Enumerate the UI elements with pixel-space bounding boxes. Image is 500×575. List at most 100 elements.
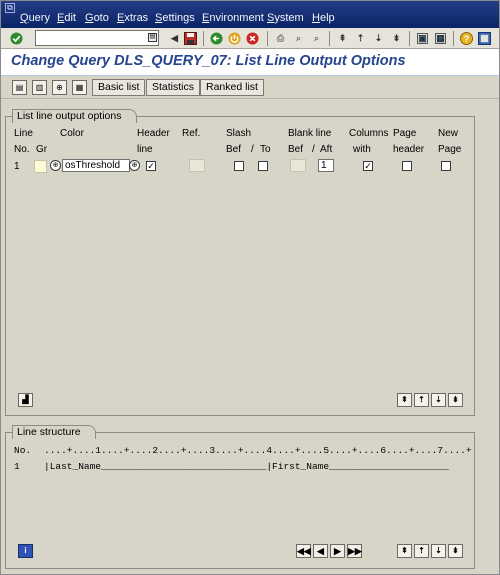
page-title: Change Query DLS_QUERY_07: List Line Out… bbox=[11, 53, 406, 69]
document-icon: ▤ bbox=[15, 83, 24, 92]
page-down-icon: ⇣ bbox=[374, 33, 383, 43]
scroll-previous-button[interactable]: ⇡ bbox=[414, 393, 429, 407]
ref-input[interactable] bbox=[189, 159, 205, 172]
menu-settings[interactable]: Settings bbox=[155, 12, 195, 24]
list-display-button[interactable]: ▦ bbox=[72, 80, 87, 95]
print-icon: ⎙ bbox=[276, 33, 285, 43]
header-line-checkbox[interactable]: ✓ bbox=[146, 161, 156, 171]
row-no: 1 bbox=[14, 161, 20, 172]
sap-window: ⧉ Query Edit Goto Extras Settings Enviro… bbox=[0, 0, 500, 575]
title-bar: Change Query DLS_QUERY_07: List Line Out… bbox=[1, 49, 499, 76]
help-button[interactable]: ? bbox=[459, 31, 474, 46]
page-header-checkbox[interactable] bbox=[402, 161, 412, 171]
info-button[interactable]: i bbox=[18, 544, 33, 558]
ranked-list-button[interactable]: Ranked list bbox=[200, 79, 264, 96]
customize-layout-icon bbox=[478, 32, 491, 45]
command-history-icon[interactable]: ▤ bbox=[148, 33, 157, 42]
header-gr: Gr bbox=[36, 144, 48, 155]
ruler-label: No. bbox=[14, 445, 32, 456]
blank-before-input[interactable] bbox=[290, 159, 306, 172]
header-blank-sep: / bbox=[312, 144, 315, 155]
header-page-header: header bbox=[393, 144, 425, 155]
test-query-button[interactable]: ⊕ bbox=[52, 80, 67, 95]
next-entry-button[interactable]: ▶ bbox=[330, 544, 345, 558]
page-next-icon: ⇣ bbox=[435, 395, 442, 404]
header-no: No. bbox=[14, 144, 30, 155]
menu-goto[interactable]: Goto bbox=[85, 12, 109, 24]
slash-before-checkbox[interactable] bbox=[234, 161, 244, 171]
basic-list-button[interactable]: Basic list bbox=[92, 79, 146, 96]
check-query-button[interactable]: ▥ bbox=[32, 80, 47, 95]
previous-entry-button[interactable]: ◀ bbox=[313, 544, 328, 558]
struct-scroll-next-button[interactable]: ⇣ bbox=[431, 544, 446, 558]
menu-extras[interactable]: Extras bbox=[117, 12, 148, 24]
find-button[interactable]: ⌕ bbox=[291, 31, 306, 46]
line-detail-button[interactable]: ▟ bbox=[18, 393, 33, 407]
page-last-icon: ⇟ bbox=[452, 395, 459, 404]
new-session-button[interactable]: ▣ bbox=[415, 31, 430, 46]
cancel-button[interactable] bbox=[245, 31, 260, 46]
header-header-line: line bbox=[137, 144, 153, 155]
first-entry-button[interactable]: ◀◀ bbox=[296, 544, 311, 558]
last-entry-button[interactable]: ▶▶ bbox=[347, 544, 362, 558]
new-page-checkbox[interactable] bbox=[441, 161, 451, 171]
last-page-button[interactable]: ⇟ bbox=[389, 31, 404, 46]
other-query-button[interactable]: ▤ bbox=[12, 80, 27, 95]
header-ref: Ref. bbox=[182, 128, 201, 139]
page-up-first-icon: ⇞ bbox=[338, 33, 347, 43]
scroll-next-button[interactable]: ⇣ bbox=[431, 393, 446, 407]
struct-scroll-previous-button[interactable]: ⇡ bbox=[414, 544, 429, 558]
left-icon: ◀ bbox=[317, 546, 324, 556]
statistics-button[interactable]: Statistics bbox=[146, 79, 201, 96]
header-color: Color bbox=[60, 128, 84, 139]
back-icon bbox=[210, 32, 223, 45]
color-input[interactable]: osThreshold bbox=[62, 159, 130, 172]
struct-scroll-first-button[interactable]: ⇞ bbox=[397, 544, 412, 558]
svg-text:?: ? bbox=[464, 34, 470, 44]
color-value-help-icon[interactable]: ⊕ bbox=[129, 160, 140, 171]
header-slash-to: To bbox=[260, 144, 271, 155]
print-button[interactable]: ⎙ bbox=[273, 31, 288, 46]
color-group-help-icon[interactable]: ⊕ bbox=[50, 160, 61, 171]
header-slash-bef: Bef bbox=[226, 144, 242, 155]
scroll-last-button[interactable]: ⇟ bbox=[448, 393, 463, 407]
command-field[interactable]: ▤ bbox=[35, 30, 159, 46]
enter-button[interactable] bbox=[9, 31, 24, 46]
find-next-button[interactable]: ⌕ bbox=[309, 31, 324, 46]
check-icon bbox=[10, 32, 23, 45]
slash-to-checkbox[interactable] bbox=[258, 161, 268, 171]
info-icon: i bbox=[24, 546, 27, 555]
save-button[interactable] bbox=[183, 31, 198, 46]
find-icon: ⌕ bbox=[295, 33, 302, 43]
header-blank-bef: Bef bbox=[288, 144, 304, 155]
struct-scroll-last-button[interactable]: ⇟ bbox=[448, 544, 463, 558]
page-first-icon: ⇞ bbox=[401, 395, 408, 404]
menu-system[interactable]: System bbox=[267, 12, 304, 24]
next-page-button[interactable]: ⇣ bbox=[371, 31, 386, 46]
menu-edit[interactable]: Edit bbox=[57, 12, 76, 24]
command-expand-button[interactable]: ◀ bbox=[167, 31, 182, 46]
application-toolbar: ▤ ▥ ⊕ ▦ Basic list Statistics Ranked lis… bbox=[1, 77, 499, 99]
header-columns-with: with bbox=[353, 144, 371, 155]
header-new: New bbox=[438, 128, 459, 139]
color-group-swatch[interactable] bbox=[34, 160, 47, 173]
back-button[interactable] bbox=[209, 31, 224, 46]
exit-button[interactable] bbox=[227, 31, 242, 46]
menu-query[interactable]: Query bbox=[20, 12, 50, 24]
page-down-last-icon: ⇟ bbox=[392, 33, 401, 43]
customize-layout-button[interactable] bbox=[477, 31, 492, 46]
document-edit-icon: ▟ bbox=[22, 395, 29, 404]
header-columns: Columns bbox=[349, 128, 389, 139]
command-input[interactable] bbox=[36, 31, 144, 45]
shortcut-button[interactable]: ▦ bbox=[433, 31, 448, 46]
previous-page-button[interactable]: ⇡ bbox=[353, 31, 368, 46]
structure-row-no: 1 bbox=[14, 461, 20, 472]
triangle-left-icon: ◀ bbox=[171, 33, 178, 43]
menu-help[interactable]: Help bbox=[312, 12, 335, 24]
menu-environment[interactable]: Environment bbox=[202, 12, 264, 24]
columns-with-checkbox[interactable]: ✓ bbox=[363, 161, 373, 171]
first-page-button[interactable]: ⇞ bbox=[335, 31, 350, 46]
blank-after-input[interactable]: 1 bbox=[318, 159, 334, 172]
scroll-first-button[interactable]: ⇞ bbox=[397, 393, 412, 407]
system-menu-icon[interactable]: ⧉ bbox=[5, 3, 15, 13]
